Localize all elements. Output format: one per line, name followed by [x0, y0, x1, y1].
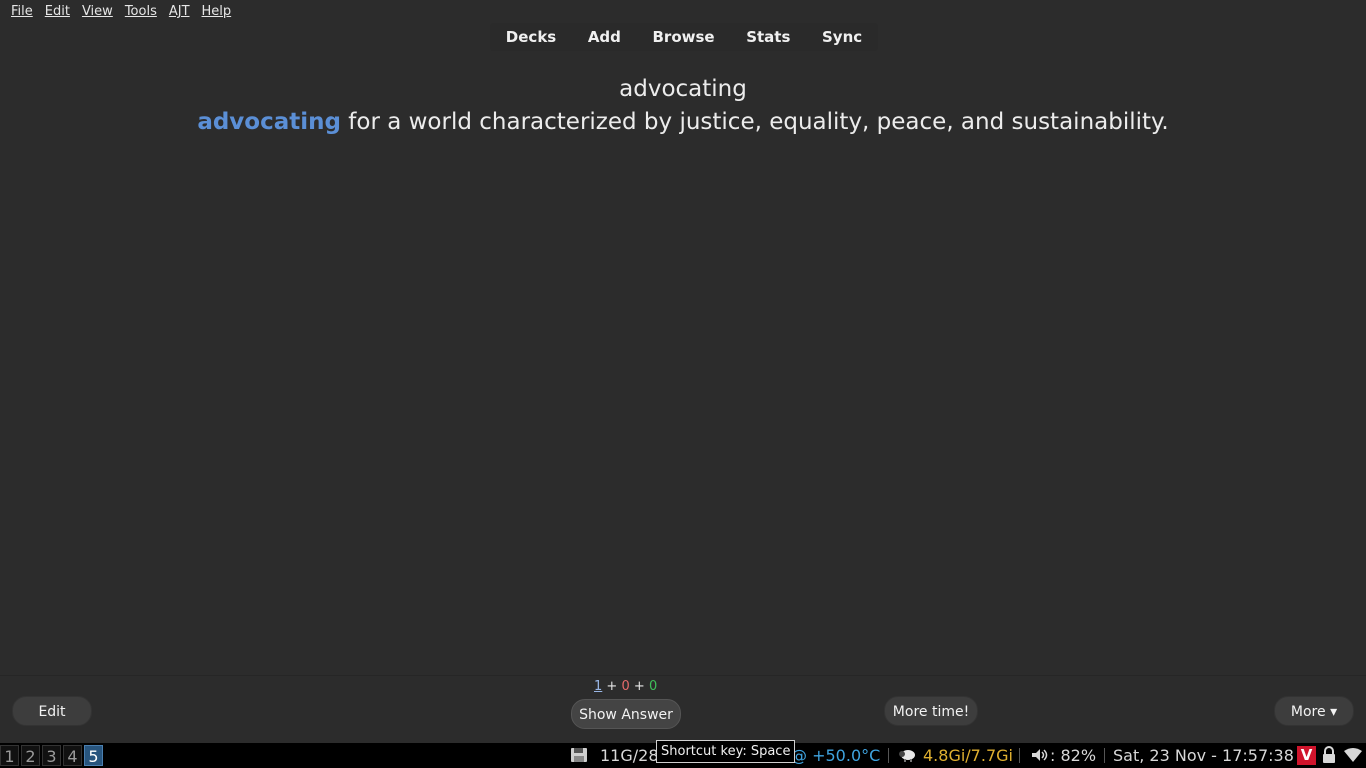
sync-link[interactable]: Sync [814, 28, 870, 46]
workspace-3[interactable]: 3 [42, 745, 61, 766]
menu-ajt-label: AJT [168, 4, 190, 19]
workspace-1[interactable]: 1 [0, 745, 19, 766]
memory-usage: 4.8Gi/7.7Gi [923, 746, 1013, 765]
menu-view-label: View [81, 4, 113, 19]
tray-separator [888, 748, 889, 763]
learn-count: 0 [621, 679, 630, 694]
card-content: advocating advocating for a world charac… [0, 68, 1366, 142]
due-counts: 1 + 0 + 0 [594, 679, 657, 694]
more-button[interactable]: More ▾ [1274, 696, 1354, 726]
menu-help-label: Help [201, 4, 232, 19]
review-count: 0 [648, 679, 658, 694]
tray-separator [1019, 748, 1020, 763]
wifi-icon[interactable] [1343, 743, 1363, 768]
menu-edit[interactable]: Edit [39, 0, 76, 24]
menu-bar: File Edit View Tools AJT Help [0, 0, 1366, 24]
menu-ajt[interactable]: AJT [163, 0, 196, 24]
menu-view[interactable]: View [76, 0, 119, 24]
speaker-icon [1030, 743, 1050, 768]
add-link[interactable]: Add [580, 28, 629, 46]
main-toolbar: Decks Add Browse Stats Sync [490, 23, 878, 51]
plus-sign: + [633, 679, 645, 694]
padlock-icon[interactable] [1322, 743, 1336, 768]
stats-link[interactable]: Stats [738, 28, 798, 46]
review-bottom-bar: 1 + 0 + 0 Edit Show Answer More time! Mo… [0, 675, 1366, 743]
plus-sign: + [606, 679, 618, 694]
more-time-button[interactable]: More time! [884, 696, 978, 726]
new-count: 1 [594, 679, 603, 694]
sheep-icon [898, 743, 918, 768]
sentence-rest: for a world characterized by justice, eq… [348, 109, 1169, 135]
vivaldi-icon[interactable]: V [1297, 746, 1316, 765]
menu-help[interactable]: Help [196, 0, 238, 24]
volume-level: : 82% [1050, 746, 1097, 765]
decks-link[interactable]: Decks [498, 28, 564, 46]
clock: Sat, 23 Nov - 17:57:38 [1113, 746, 1294, 765]
card-sentence: advocating for a world characterized by … [0, 108, 1366, 142]
browse-link[interactable]: Browse [645, 28, 723, 46]
edit-button[interactable]: Edit [12, 696, 92, 726]
card-front-word: advocating [619, 76, 747, 102]
menu-edit-label: Edit [44, 4, 70, 19]
highlighted-word: advocating [197, 109, 341, 135]
show-answer-button[interactable]: Show Answer [571, 699, 681, 729]
cpu-temperature: @ +50.0°C [791, 746, 881, 765]
workspace-4[interactable]: 4 [63, 745, 82, 766]
disk-usage: 11G/28 [600, 746, 659, 765]
floppy-disk-icon [570, 743, 588, 768]
workspace-2[interactable]: 2 [21, 745, 40, 766]
menu-tools[interactable]: Tools [119, 0, 163, 24]
workspace-5[interactable]: 5 [84, 745, 103, 766]
shortcut-tooltip: Shortcut key: Space [656, 740, 796, 763]
menu-file[interactable]: File [5, 0, 39, 24]
tray-separator [1104, 748, 1105, 763]
menu-tools-label: Tools [124, 4, 157, 19]
menu-file-label: File [11, 4, 33, 19]
